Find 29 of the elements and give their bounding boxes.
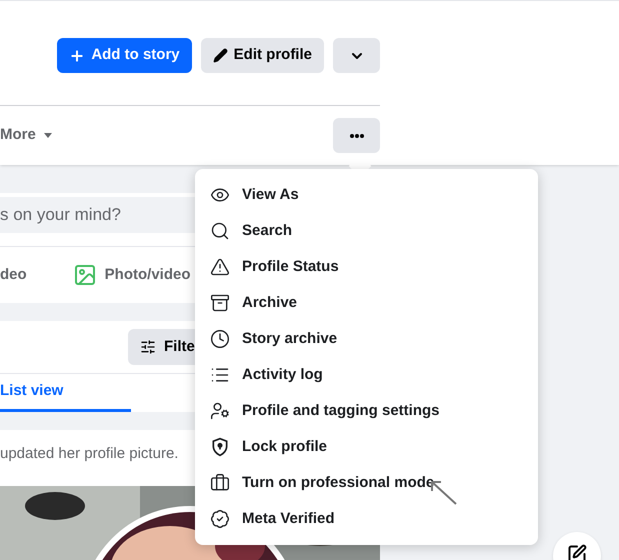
menu-item[interactable]: Profile and tagging settings — [195, 393, 538, 429]
photo-icon — [72, 263, 97, 287]
lock-shield-icon — [210, 437, 230, 457]
list-view-tab[interactable]: List view — [0, 374, 131, 412]
briefcase-icon — [210, 473, 230, 493]
menu-item[interactable]: Archive — [195, 285, 538, 321]
more-tab[interactable]: More — [0, 124, 52, 147]
photo-video-action[interactable]: Photo/video — [104, 264, 191, 286]
more-options-button[interactable] — [333, 118, 380, 153]
edit-profile-button[interactable]: Edit profile — [200, 38, 324, 73]
archive-icon — [210, 293, 230, 313]
edit-icon — [567, 544, 587, 560]
plus-icon — [69, 48, 86, 64]
pencil-icon — [212, 48, 228, 63]
add-to-story-button[interactable]: Add to story — [57, 38, 192, 73]
user-settings-icon — [210, 401, 230, 421]
menu-item[interactable]: Lock profile — [195, 429, 538, 465]
menu-item[interactable]: Turn on professional mode — [195, 465, 538, 501]
badge-check-icon — [210, 509, 230, 529]
post-text: updated her profile picture. — [0, 444, 178, 464]
search-icon — [210, 221, 230, 241]
ellipsis-icon — [350, 134, 364, 138]
warning-icon — [210, 257, 230, 277]
clock-icon — [210, 329, 230, 349]
video-action[interactable]: deo — [0, 264, 27, 286]
menu-item[interactable]: Profile Status — [195, 249, 538, 285]
sliders-icon — [140, 339, 156, 355]
menu-item[interactable]: Meta Verified — [195, 501, 538, 537]
caret-icon — [44, 133, 52, 138]
